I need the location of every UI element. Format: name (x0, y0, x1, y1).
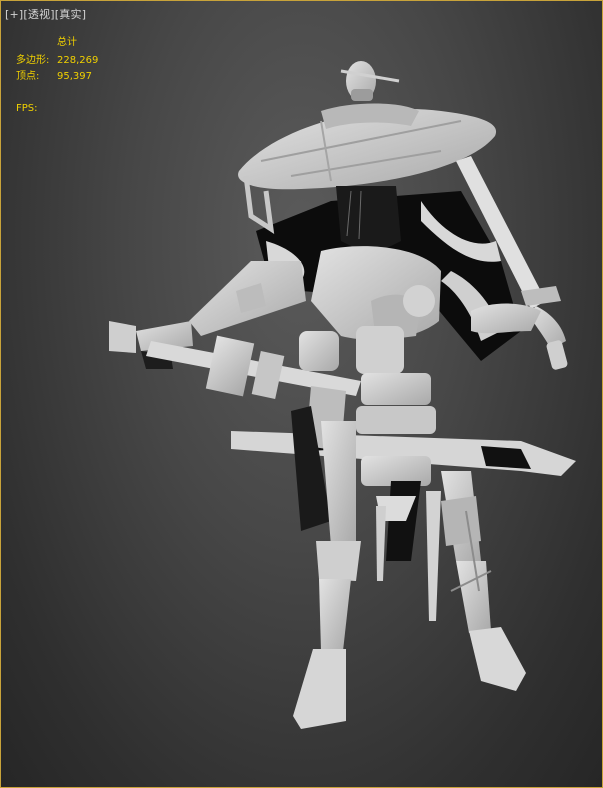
perspective-viewport[interactable]: [+][透视][真实] 总计 多边形: 228,269 顶点: 95,397 F… (0, 0, 603, 788)
belt-gear (291, 326, 441, 621)
character-model[interactable] (1, 1, 603, 788)
topknot (340, 61, 400, 101)
